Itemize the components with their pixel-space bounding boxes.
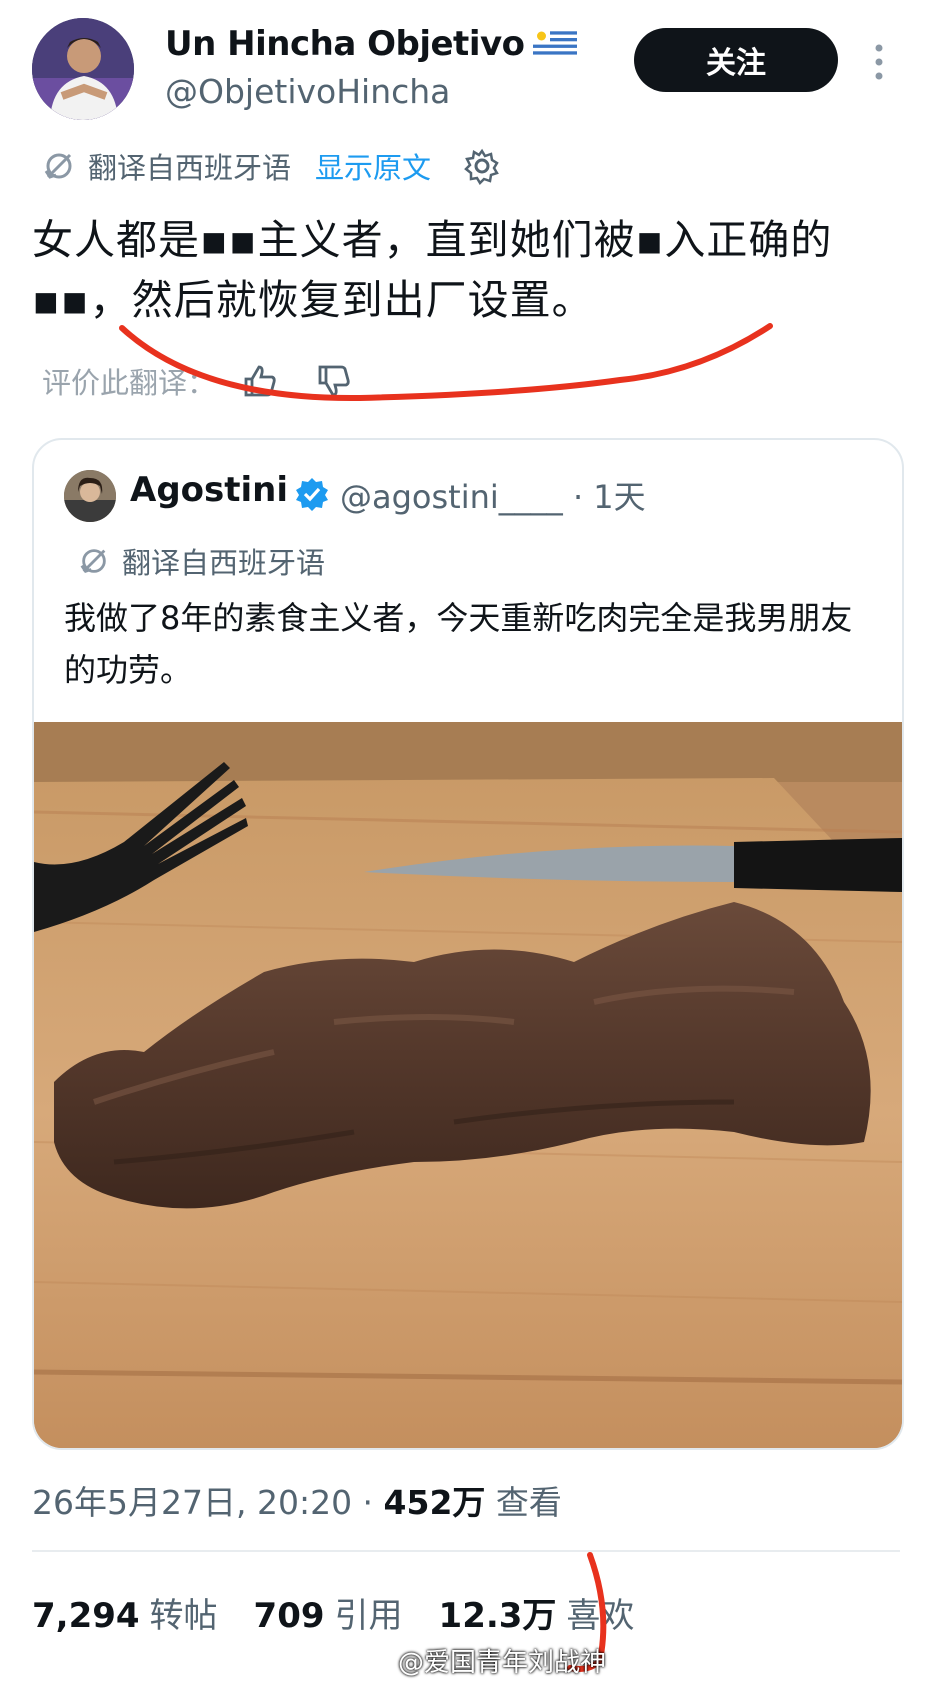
show-original-link[interactable]: 显示原文 xyxy=(315,145,431,187)
quote-author-avatar[interactable] xyxy=(64,470,116,522)
author-display-name[interactable]: Un Hincha Objetivo xyxy=(165,24,577,64)
thumbs-up-icon[interactable] xyxy=(240,361,280,401)
reposts-label: 转帖 xyxy=(149,1596,218,1636)
tweet-meta: 26年5月27日, 20:20 · 452万 查看 xyxy=(32,1476,562,1524)
quotes-label: 引用 xyxy=(334,1596,403,1636)
tweet-datetime[interactable]: 26年5月27日, 20:20 · xyxy=(32,1483,384,1522)
quoted-tweet-card[interactable]: Agostini @agostini____ · 1天 翻译自西班牙语 我做了8… xyxy=(32,438,904,1450)
quote-translation-bar: 翻译自西班牙语 xyxy=(78,540,325,582)
weibo-logo-icon xyxy=(361,1649,390,1673)
more-options-icon[interactable] xyxy=(872,42,886,82)
translation-bar: 翻译自西班牙语 显示原文 xyxy=(42,140,501,192)
reposts-stat[interactable]: 7,294 转帖 xyxy=(32,1588,218,1637)
author-name-text: Un Hincha Objetivo xyxy=(165,24,525,64)
uruguay-flag-icon xyxy=(532,28,577,58)
follow-button[interactable]: 关注 xyxy=(634,28,838,92)
steak-photo[interactable] xyxy=(34,722,902,1448)
divider xyxy=(32,1550,900,1552)
quotes-count: 709 xyxy=(253,1596,325,1636)
rate-translation-bar: 评价此翻译： xyxy=(42,355,354,407)
verified-badge-icon xyxy=(296,478,328,511)
quote-author-name[interactable]: Agostini xyxy=(130,470,288,510)
translate-icon xyxy=(80,549,106,574)
quotes-stat[interactable]: 709 引用 xyxy=(254,1588,403,1637)
quote-author-handle-time: @agostini____ · 1天 xyxy=(340,472,646,518)
thumbs-down-icon[interactable] xyxy=(314,361,354,401)
translation-label: 翻译自西班牙语 xyxy=(88,151,292,185)
reposts-count: 7,294 xyxy=(32,1596,140,1636)
translate-icon xyxy=(44,153,72,179)
likes-label: 喜欢 xyxy=(566,1596,635,1636)
likes-stat[interactable]: 12.3万 喜欢 xyxy=(439,1588,635,1637)
quote-timestamp: · 1天 xyxy=(572,478,646,516)
quote-text: 我做了8年的素食主义者，今天重新吃肉完全是我男朋友的功劳。 xyxy=(64,599,853,689)
engagement-stats: 7,294 转帖 709 引用 12.3万 喜欢 xyxy=(32,1588,634,1637)
author-avatar[interactable] xyxy=(32,18,134,120)
gear-icon[interactable] xyxy=(463,147,501,185)
watermark: @爱国青年刘战神 xyxy=(360,1642,606,1679)
author-handle[interactable]: @ObjetivoHincha xyxy=(165,72,450,111)
tweet-text: 女人都是▪▪主义者，直到她们被▪入正确的▪▪，然后就恢复到出厂设置。 xyxy=(32,216,833,324)
likes-count: 12.3万 xyxy=(438,1596,557,1636)
quote-translation-label: 翻译自西班牙语 xyxy=(122,546,326,580)
quote-author-handle[interactable]: @agostini____ xyxy=(340,478,563,516)
rate-translation-label: 评价此翻译： xyxy=(42,366,217,400)
views-label: 查看 xyxy=(485,1483,562,1522)
views-count: 452万 xyxy=(383,1483,486,1522)
watermark-text: @爱国青年刘战神 xyxy=(398,1648,607,1678)
